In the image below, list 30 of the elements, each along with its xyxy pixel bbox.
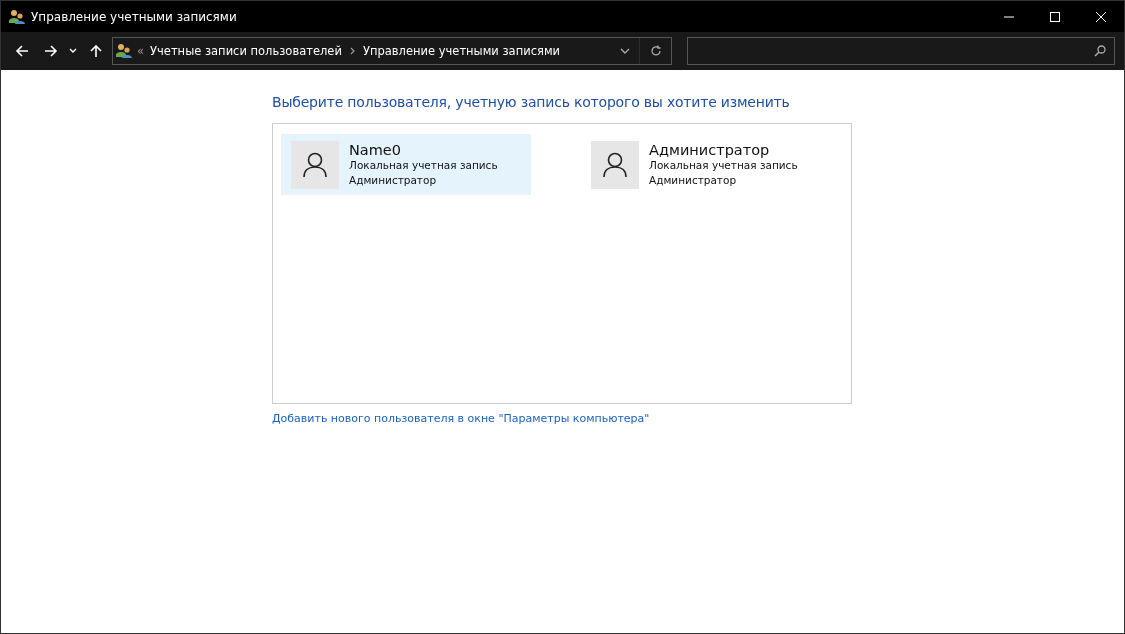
account-type: Локальная учетная запись — [649, 158, 798, 173]
account-tile[interactable]: Администратор Локальная учетная запись Администратор — [581, 134, 831, 195]
chevron-right-icon — [349, 47, 355, 55]
users-icon — [9, 8, 25, 25]
arrow-right-icon — [43, 44, 58, 58]
user-avatar-icon — [291, 140, 339, 189]
account-role: Администратор — [649, 172, 738, 188]
arrow-left-icon — [14, 44, 29, 58]
account-name: Name0 — [349, 141, 402, 158]
account-type: Локальная учетная запись — [349, 157, 498, 173]
users-icon — [116, 43, 132, 59]
search-field[interactable] — [687, 37, 1115, 65]
overflow-chevron[interactable]: « — [137, 44, 145, 58]
address-bar[interactable]: « Учетные записи пользователей Управление учетными записями — [112, 37, 672, 65]
account-name: Администратор — [649, 141, 771, 158]
account-tile[interactable]: Name0 Локальная учетная запись Администратор — [281, 134, 531, 195]
chevron-down-icon — [69, 48, 77, 54]
page-heading: Выберите пользователя, учетную запись которого вы хотите изменить — [272, 94, 791, 110]
breadcrumb-item[interactable]: Учетные записи пользователей — [150, 44, 342, 58]
search-icon — [1094, 45, 1106, 57]
maximize-icon — [1050, 11, 1060, 22]
close-icon — [1096, 11, 1106, 22]
arrow-up-icon — [88, 44, 103, 58]
breadcrumb-item[interactable]: Управление учетными записями — [362, 44, 561, 58]
window-title: Управление учетными записями — [31, 9, 237, 24]
refresh-icon — [649, 45, 662, 57]
account-role: Администратор — [349, 172, 438, 188]
user-avatar-icon — [591, 140, 639, 189]
chevron-down-icon — [620, 48, 630, 54]
add-user-link[interactable]: Добавить нового пользователя в окне "Параметры компьютера" — [272, 412, 650, 425]
